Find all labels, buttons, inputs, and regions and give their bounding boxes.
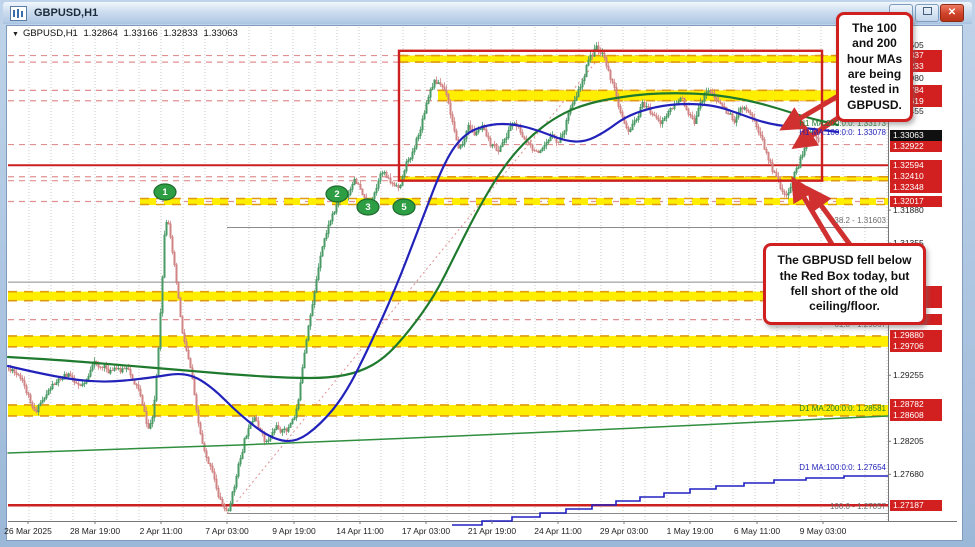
sequence-marker-2[interactable]: 2 bbox=[326, 186, 348, 202]
time-tick-label: 21 Apr 19:00 bbox=[468, 526, 516, 536]
yellow-band[interactable] bbox=[438, 90, 888, 100]
ma-d1-100-label: D1 MA:100:0:0: 1.27654 bbox=[799, 463, 886, 472]
annotation-ma-test[interactable]: The 100 and 200 hour MAs are being teste… bbox=[836, 12, 913, 122]
svg-text:1: 1 bbox=[162, 187, 168, 198]
time-tick-label: 24 Apr 11:00 bbox=[534, 526, 582, 536]
time-tick-label: 28 Mar 19:00 bbox=[70, 526, 120, 536]
price-level-badge: 1.32594 bbox=[890, 160, 942, 171]
candles bbox=[9, 42, 819, 512]
yellow-band[interactable] bbox=[8, 405, 888, 416]
price-tick-label: 1.29255 bbox=[893, 370, 953, 380]
time-tick-label: 9 May 03:00 bbox=[800, 526, 847, 536]
quote-low: 1.32833 bbox=[163, 28, 197, 39]
time-tick-label: 17 Apr 03:00 bbox=[402, 526, 450, 536]
support-resistance-bands bbox=[8, 56, 888, 416]
time-tick-label: 9 Apr 19:00 bbox=[272, 526, 315, 536]
price-level-badge: 1.28782 bbox=[890, 399, 942, 410]
sequence-marker-3[interactable]: 3 bbox=[357, 199, 379, 215]
price-level-badge: 1.32017 bbox=[890, 196, 942, 207]
quote-bar[interactable]: ▼ GBPUSD,H1 1.32864 1.33166 1.32833 1.330… bbox=[12, 28, 241, 39]
quote-open: 1.32864 bbox=[83, 28, 117, 39]
axis-tick-marks bbox=[28, 45, 891, 524]
current-price-badge: 1.33063 bbox=[890, 130, 942, 141]
sequence-marker-1[interactable]: 1 bbox=[154, 184, 176, 200]
ma-line-d1_100[interactable] bbox=[452, 476, 888, 525]
svg-text:3: 3 bbox=[365, 202, 370, 213]
chevron-down-icon[interactable]: ▼ bbox=[12, 31, 19, 38]
price-tick-label: 1.27680 bbox=[893, 469, 953, 479]
price-level-badge: 1.32348 bbox=[890, 182, 942, 193]
ma-line-d1_200[interactable] bbox=[8, 416, 888, 453]
time-tick-label: 7 Apr 03:00 bbox=[205, 526, 248, 536]
annotation-red-box-text: The GBPUSD fell below the Red Box today,… bbox=[772, 253, 917, 314]
price-level-badge: 1.29880 bbox=[890, 330, 942, 341]
svg-text:2: 2 bbox=[334, 189, 339, 200]
fib-382-label: 38.2 - 1.31603 bbox=[834, 216, 886, 225]
time-tick-label: 29 Apr 03:00 bbox=[600, 526, 648, 536]
ma-d1-200-label: D1 MA:200:0:0: 1.28581 bbox=[799, 404, 886, 413]
fib-100-label: 100.0 - 1.27057 bbox=[830, 502, 886, 511]
annotation-ma-test-text: The 100 and 200 hour MAs are being teste… bbox=[843, 21, 906, 113]
sequence-marker-5[interactable]: 5 bbox=[393, 199, 415, 215]
quote-high: 1.33166 bbox=[123, 28, 157, 39]
svg-text:5: 5 bbox=[401, 202, 407, 213]
ma-h1-100-label: H1 MA:100:0:0: 1.33078 bbox=[799, 128, 886, 137]
price-level-badge: 1.28608 bbox=[890, 410, 942, 421]
yellow-band[interactable] bbox=[8, 336, 888, 347]
price-level-badge: 1.32922 bbox=[890, 141, 942, 152]
price-tick-label: 1.28205 bbox=[893, 436, 953, 446]
price-level-badge: 1.27187 bbox=[890, 500, 942, 511]
time-tick-label: 2 Apr 11:00 bbox=[140, 526, 183, 536]
yellow-band[interactable] bbox=[8, 292, 888, 301]
time-tick-label: 1 May 19:00 bbox=[667, 526, 714, 536]
quote-symbol: GBPUSD,H1 bbox=[23, 28, 78, 39]
yellow-band[interactable] bbox=[399, 56, 888, 63]
annotation-red-box[interactable]: The GBPUSD fell below the Red Box today,… bbox=[763, 243, 926, 325]
time-tick-label: 6 May 11:00 bbox=[734, 526, 780, 536]
ma-line-h1_100[interactable] bbox=[8, 104, 838, 441]
price-level-badge: 1.32410 bbox=[890, 171, 942, 182]
time-tick-label: 14 Apr 11:00 bbox=[336, 526, 384, 536]
time-tick-label: 26 Mar 2025 bbox=[4, 526, 52, 536]
moving-averages bbox=[8, 93, 888, 525]
price-level-badge: 1.29706 bbox=[890, 341, 942, 352]
quote-close: 1.33063 bbox=[203, 28, 237, 39]
